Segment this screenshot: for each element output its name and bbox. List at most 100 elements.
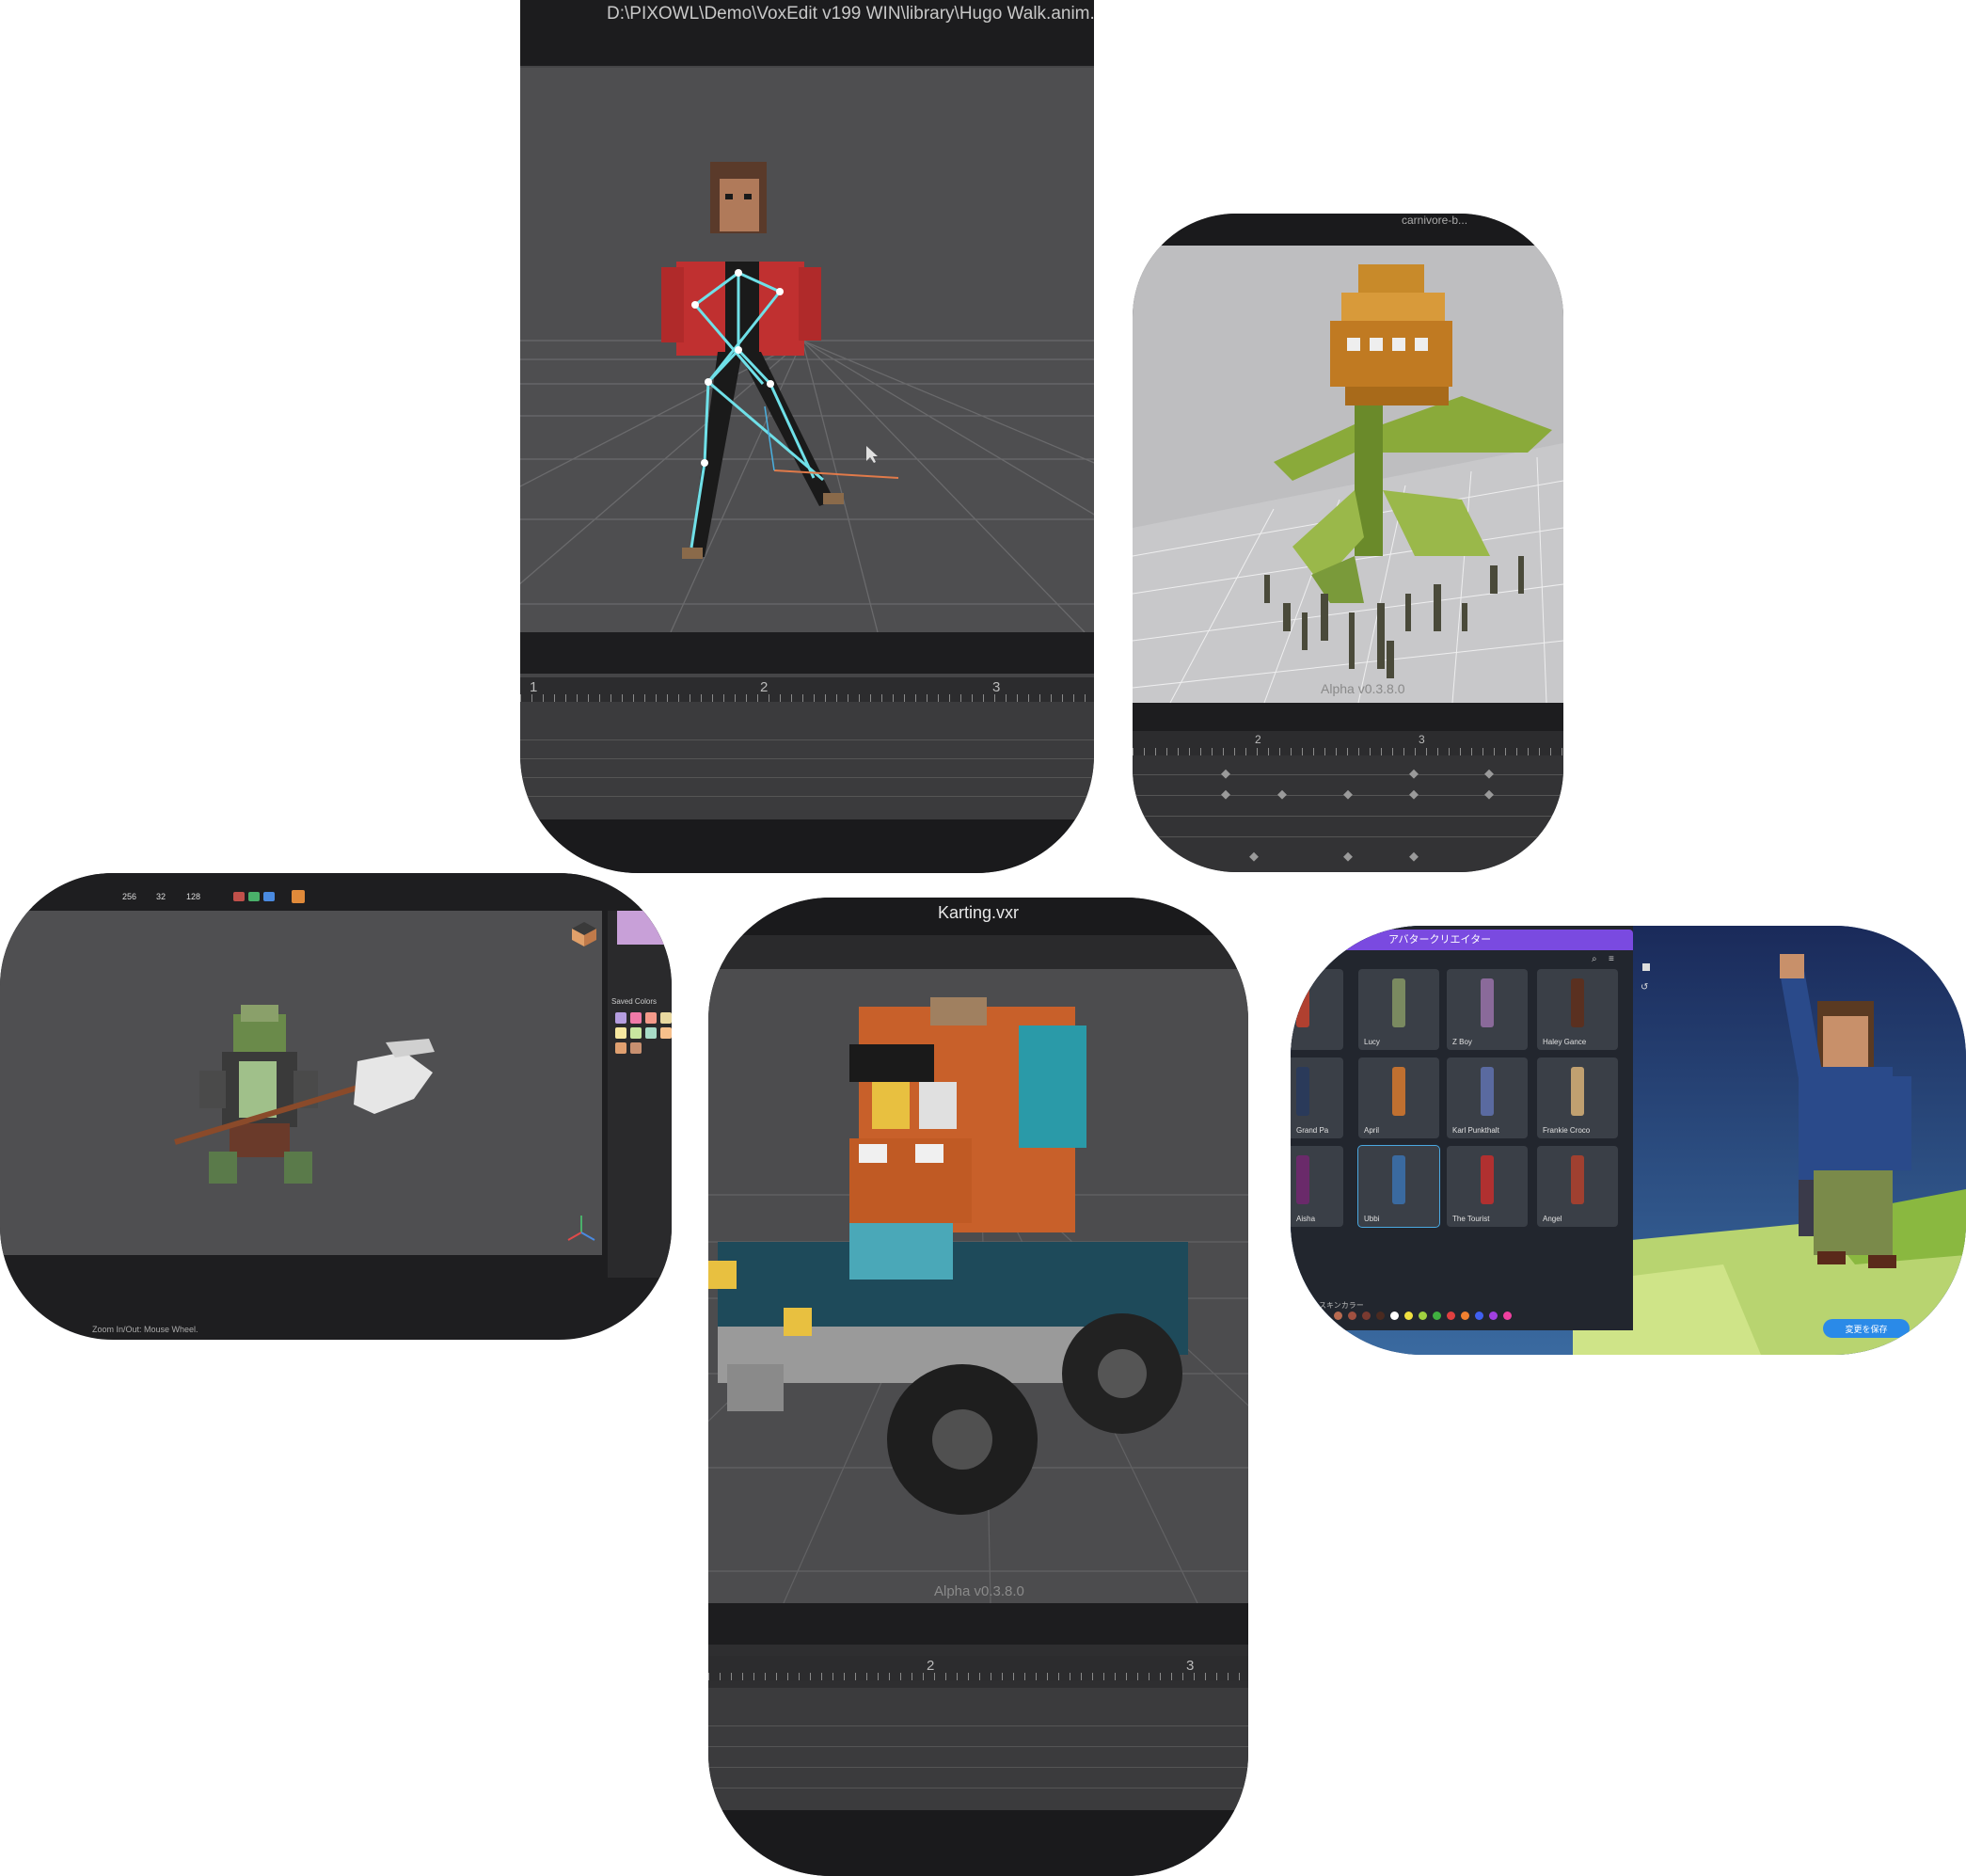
skin-color-dot[interactable]	[1390, 1312, 1399, 1320]
avatar-thumbnail	[1296, 1155, 1309, 1204]
toolbar: 256 32 128	[0, 873, 672, 907]
timeline-toolbar	[708, 1603, 1248, 1645]
avatar-name: The Tourist	[1452, 1215, 1490, 1223]
timeline-tracks[interactable]	[520, 702, 1094, 819]
save-button[interactable]: 変更を保存	[1823, 1319, 1910, 1338]
camera-icon[interactable]	[1642, 963, 1650, 971]
avatar-name: Haley Gance	[1543, 1038, 1587, 1046]
timeline-ruler[interactable]: 1 2 3	[520, 677, 1094, 702]
warrior-model	[174, 1005, 435, 1184]
avatar-creator-panel: アバタークリエイター ⌕ ≡ Lucy Z Boy Haley Gance Grand…	[1291, 926, 1966, 1355]
right-sidebar: Saved Colors	[608, 911, 672, 1278]
skin-color-dot[interactable]	[1433, 1312, 1441, 1320]
avatar-tile[interactable]	[1291, 969, 1343, 1050]
ruler-mark-1: 1	[530, 679, 538, 695]
avatar-name: Aisha	[1296, 1215, 1316, 1223]
saved-color-swatch[interactable]	[645, 1027, 657, 1039]
saved-color-swatch[interactable]	[615, 1042, 626, 1054]
avatar-tile[interactable]: Frankie Croco	[1537, 1057, 1618, 1138]
saved-color-swatch[interactable]	[615, 1027, 626, 1039]
avatar-name: Karl Punkthalt	[1452, 1126, 1499, 1135]
skin-color-dot[interactable]	[1376, 1312, 1385, 1320]
avatar-tile[interactable]: Angel	[1537, 1146, 1618, 1227]
saved-color-swatch[interactable]	[660, 1012, 672, 1024]
color-picker-preview[interactable]	[617, 911, 672, 945]
avatar-name: Lucy	[1364, 1038, 1380, 1046]
window-title: Karting.vxr	[937, 903, 1020, 922]
avatar-tile[interactable]: Grand Pa	[1291, 1057, 1343, 1138]
toolbar-tool-icon[interactable]	[263, 892, 275, 901]
avatar-thumbnail	[1481, 978, 1494, 1027]
animation-editor-panel: D:\PIXOWL\Demo\VoxEdit v199 WIN\library\…	[520, 0, 1094, 873]
timeline-tracks[interactable]	[708, 1688, 1248, 1810]
avatar-tile[interactable]: Ubbi	[1357, 1145, 1440, 1228]
saved-color-swatch[interactable]	[630, 1012, 642, 1024]
skin-color-dot[interactable]	[1447, 1312, 1455, 1320]
viewport[interactable]: Alpha v0.3.8.0	[1133, 246, 1563, 703]
saved-color-swatch[interactable]	[645, 1012, 657, 1024]
avatar-thumbnail	[1392, 1067, 1405, 1116]
ruler-mark-3: 3	[1186, 1658, 1195, 1674]
avatar-tile[interactable]: Karl Punkthalt	[1447, 1057, 1528, 1138]
skin-color-dot[interactable]	[1419, 1312, 1427, 1320]
avatar-name: April	[1364, 1126, 1380, 1135]
viewport[interactable]: Alpha v0.3.8.0	[708, 969, 1248, 1603]
timeline-ruler[interactable]: 2 3	[1133, 731, 1563, 755]
saved-color-swatch[interactable]	[630, 1027, 642, 1039]
timeline-toolbar	[520, 632, 1094, 674]
status-hint: Zoom In/Out: Mouse Wheel.	[92, 1325, 198, 1334]
toolbar-number-2[interactable]: 32	[156, 892, 166, 901]
avatar-sidebar: アバタークリエイター ⌕ ≡ Lucy Z Boy Haley Gance Grand…	[1291, 926, 1633, 1330]
avatar-thumbnail	[1481, 1155, 1494, 1204]
filter-icon[interactable]: ≡	[1609, 954, 1614, 964]
skin-color-dot[interactable]	[1348, 1312, 1356, 1320]
viewport[interactable]	[520, 68, 1094, 632]
search-icon[interactable]: ⌕	[1592, 954, 1597, 964]
toolbar-tool-icon[interactable]	[248, 892, 260, 901]
saved-color-swatch[interactable]	[660, 1027, 672, 1039]
bottom-bar	[520, 819, 1094, 873]
avatar-thumbnail	[1481, 1067, 1494, 1116]
avatar-name: Frankie Croco	[1543, 1126, 1591, 1135]
skin-color-dot[interactable]	[1475, 1312, 1483, 1320]
saved-color-swatch[interactable]	[630, 1042, 642, 1054]
toolbar-tool-icon[interactable]	[292, 890, 305, 903]
ruler-mark-2: 2	[760, 679, 769, 695]
viewport[interactable]	[0, 911, 602, 1255]
saved-colors-grid	[615, 1012, 672, 1069]
skin-color-dot[interactable]	[1362, 1312, 1371, 1320]
save-button-label: 変更を保存	[1845, 1325, 1888, 1334]
karting-panel: Karting.vxr Alpha v0.3.8.0 2 3	[708, 898, 1248, 1876]
ruler-mark-2: 2	[1255, 733, 1261, 746]
skin-color-dot[interactable]	[1461, 1312, 1469, 1320]
timeline-tracks[interactable]	[1133, 755, 1563, 872]
axis-gizmo-icon	[567, 1216, 595, 1241]
skin-color-dot[interactable]	[1334, 1312, 1342, 1320]
bottom-bar	[708, 1810, 1248, 1876]
timeline-toolbar	[1133, 703, 1563, 731]
toolbar-number-1[interactable]: 256	[122, 892, 136, 901]
toolbar-tool-icon[interactable]	[233, 892, 245, 901]
ruler-mark-3: 3	[1419, 733, 1425, 746]
avatar-tile[interactable]: The Tourist	[1447, 1146, 1528, 1227]
avatar-tile[interactable]: Lucy	[1358, 969, 1439, 1050]
avatar-tile[interactable]: Aisha	[1291, 1146, 1343, 1227]
skin-color-dot[interactable]	[1404, 1312, 1413, 1320]
kart-model	[708, 997, 1188, 1515]
view-cube-icon[interactable]	[570, 920, 598, 948]
timeline-ruler[interactable]: 2 3	[708, 1656, 1248, 1680]
skin-color-dot[interactable]	[1503, 1312, 1512, 1320]
skin-color-dot[interactable]	[1489, 1312, 1498, 1320]
avatar-thumbnail	[1571, 1155, 1584, 1204]
window-title: アバタークリエイター	[1388, 934, 1492, 946]
undo-icon[interactable]: ↺	[1641, 982, 1648, 993]
saved-color-swatch[interactable]	[615, 1012, 626, 1024]
saved-colors-label: Saved Colors	[611, 997, 658, 1006]
avatar-tile[interactable]: April	[1358, 1057, 1439, 1138]
avatar-tile[interactable]: Z Boy	[1447, 969, 1528, 1050]
title-bar	[1133, 214, 1563, 246]
avatar-tile[interactable]: Haley Gance	[1537, 969, 1618, 1050]
toolbar-number-3[interactable]: 128	[186, 892, 200, 901]
viewport-scene	[174, 1005, 435, 1184]
file-path: D:\PIXOWL\Demo\VoxEdit v199 WIN\library\…	[607, 4, 1094, 24]
